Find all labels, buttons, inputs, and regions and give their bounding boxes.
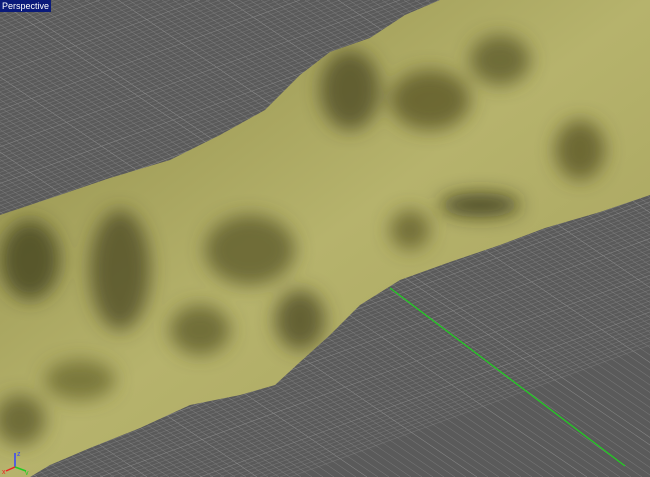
perspective-viewport[interactable]: Perspective z x y bbox=[0, 0, 650, 477]
axis-widget-icon: z x y bbox=[2, 451, 29, 475]
terrain-shade bbox=[90, 210, 150, 330]
terrain-shade bbox=[390, 210, 430, 250]
viewport-label[interactable]: Perspective bbox=[0, 0, 52, 12]
terrain-shade bbox=[170, 305, 230, 355]
viewport-scene[interactable] bbox=[0, 0, 650, 477]
terrain-shade bbox=[320, 50, 380, 130]
y-label: y bbox=[25, 470, 29, 475]
terrain-shade bbox=[205, 215, 295, 285]
terrain-shade bbox=[275, 290, 325, 350]
terrain-shade bbox=[440, 193, 520, 217]
y-axis-line bbox=[389, 287, 626, 467]
x-label: x bbox=[2, 469, 6, 475]
terrain-shade bbox=[45, 360, 115, 400]
terrain-shade bbox=[390, 70, 470, 130]
terrain-shade bbox=[470, 35, 530, 85]
terrain-shade bbox=[555, 120, 605, 180]
z-label: z bbox=[17, 451, 21, 458]
terrain-shade bbox=[0, 220, 60, 300]
